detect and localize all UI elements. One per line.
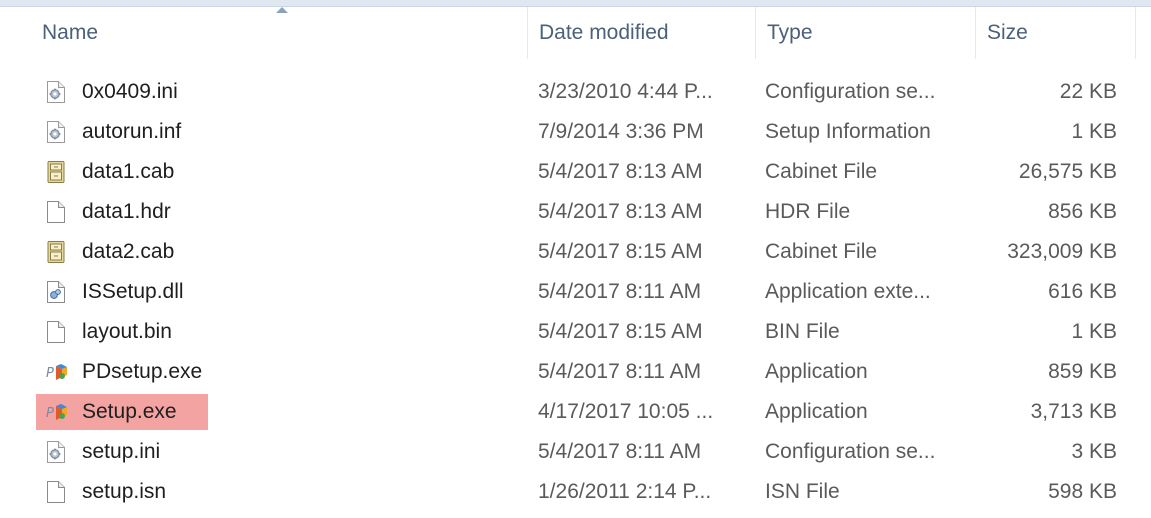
file-row[interactable]: data2.cab 5/4/2017 8:15 AM Cabinet File 323… <box>0 232 1151 272</box>
file-date-modified: 5/4/2017 8:11 AM <box>538 360 702 383</box>
file-row[interactable]: data1.cab 5/4/2017 8:13 AM Cabinet File 26,… <box>0 152 1151 192</box>
file-size: 598 KB <box>1048 480 1117 503</box>
installer-app-icon: P <box>46 360 67 384</box>
file-date-modified: 5/4/2017 8:13 AM <box>538 200 703 223</box>
column-header-date-label: Date modified <box>539 21 669 44</box>
column-header-name[interactable]: Name <box>30 7 530 53</box>
file-size: 3,713 KB <box>1030 400 1117 423</box>
file-date-modified: 4/17/2017 10:05 ... <box>538 400 714 423</box>
file-size: 1 KB <box>1071 320 1117 343</box>
file-size: 1 KB <box>1071 120 1117 143</box>
file-date-modified: 7/9/2014 3:36 PM <box>538 120 704 143</box>
file-type: Configuration se... <box>765 80 936 103</box>
file-type: Configuration se... <box>765 440 936 463</box>
column-header-type[interactable]: Type <box>755 7 975 53</box>
column-header-name-label: Name <box>42 21 99 44</box>
sort-ascending-icon <box>276 7 288 13</box>
file-type: Application exte... <box>765 280 931 303</box>
blank-file-icon <box>46 320 66 344</box>
file-date-modified: 5/4/2017 8:15 AM <box>538 240 703 263</box>
file-size: 26,575 KB <box>1018 160 1117 183</box>
column-header-size-label: Size <box>987 21 1028 44</box>
file-date-modified: 5/4/2017 8:15 AM <box>538 320 703 343</box>
file-size: 859 KB <box>1048 360 1117 383</box>
installer-app-icon: P <box>46 400 67 424</box>
file-type: Application <box>765 400 868 423</box>
file-row[interactable]: ISSetup.dll 5/4/2017 8:11 AM Application e… <box>0 272 1151 312</box>
file-type: ISN File <box>765 480 840 503</box>
file-date-modified: 5/4/2017 8:13 AM <box>538 160 703 183</box>
file-row[interactable]: data1.hdr 5/4/2017 8:13 AM HDR File 856 KB <box>0 192 1151 232</box>
column-header-row: Name Date modified Type Size <box>0 7 1151 59</box>
settings-file-icon <box>46 80 66 104</box>
file-row[interactable]: P PDsetup.exe 5/4/2017 8:11 AM Application 8… <box>0 352 1151 392</box>
file-row[interactable]: 0x0409.ini 3/23/2010 4:44 P... Configurati… <box>0 72 1151 112</box>
file-type: Cabinet File <box>765 160 878 183</box>
file-row-highlighted[interactable]: P Setup.exe 4/17/2017 10:05 ... Application… <box>0 392 1151 432</box>
file-size: 3 KB <box>1071 440 1117 463</box>
file-name: data1.hdr <box>82 200 171 223</box>
column-header-type-label: Type <box>767 21 813 44</box>
file-name: Setup.exe <box>82 400 177 423</box>
file-date-modified: 5/4/2017 8:11 AM <box>538 440 702 463</box>
file-row[interactable]: layout.bin 5/4/2017 8:15 AM BIN File 1 KB <box>0 312 1151 352</box>
settings-file-icon <box>46 120 66 144</box>
file-size: 856 KB <box>1048 200 1117 223</box>
toolbar-edge <box>0 0 1151 7</box>
file-type: Setup Information <box>765 120 931 143</box>
file-type: Cabinet File <box>765 240 878 263</box>
file-size: 616 KB <box>1048 280 1117 303</box>
file-type: BIN File <box>765 320 840 343</box>
file-name: setup.ini <box>82 440 161 463</box>
file-name: data1.cab <box>82 160 175 183</box>
cabinet-file-icon <box>46 240 66 264</box>
file-date-modified: 3/23/2010 4:44 P... <box>538 80 713 103</box>
file-name: setup.isn <box>82 480 167 503</box>
file-size: 22 KB <box>1059 80 1117 103</box>
file-name: PDsetup.exe <box>82 360 203 383</box>
file-size: 323,009 KB <box>1007 240 1117 263</box>
file-name: ISSetup.dll <box>82 280 184 303</box>
blank-file-icon <box>46 200 66 224</box>
file-date-modified: 5/4/2017 8:11 AM <box>538 280 702 303</box>
column-divider[interactable] <box>1135 7 1136 59</box>
cabinet-file-icon <box>46 160 66 184</box>
column-header-date[interactable]: Date modified <box>527 7 755 53</box>
svg-text:P: P <box>46 406 54 421</box>
file-name: autorun.inf <box>82 120 182 143</box>
file-row[interactable]: setup.isn 1/26/2011 2:14 P... ISN File 598 … <box>0 472 1151 512</box>
file-row[interactable]: autorun.inf 7/9/2014 3:36 PM Setup Informa… <box>0 112 1151 152</box>
file-type: HDR File <box>765 200 851 223</box>
column-header-size[interactable]: Size <box>975 7 1135 53</box>
file-date-modified: 1/26/2011 2:14 P... <box>538 480 712 503</box>
svg-text:P: P <box>46 366 54 381</box>
dll-file-icon <box>46 280 66 304</box>
blank-file-icon <box>46 480 66 504</box>
file-explorer-view: Name Date modified Type Size 0x0409.ini 3… <box>0 0 1151 518</box>
file-name: layout.bin <box>82 320 172 343</box>
file-list: 0x0409.ini 3/23/2010 4:44 P... Configurati… <box>0 72 1151 512</box>
settings-file-icon <box>46 440 66 464</box>
file-name: data2.cab <box>82 240 175 263</box>
file-row[interactable]: setup.ini 5/4/2017 8:11 AM Configuration s… <box>0 432 1151 472</box>
file-type: Application <box>765 360 868 383</box>
file-name: 0x0409.ini <box>82 80 178 103</box>
